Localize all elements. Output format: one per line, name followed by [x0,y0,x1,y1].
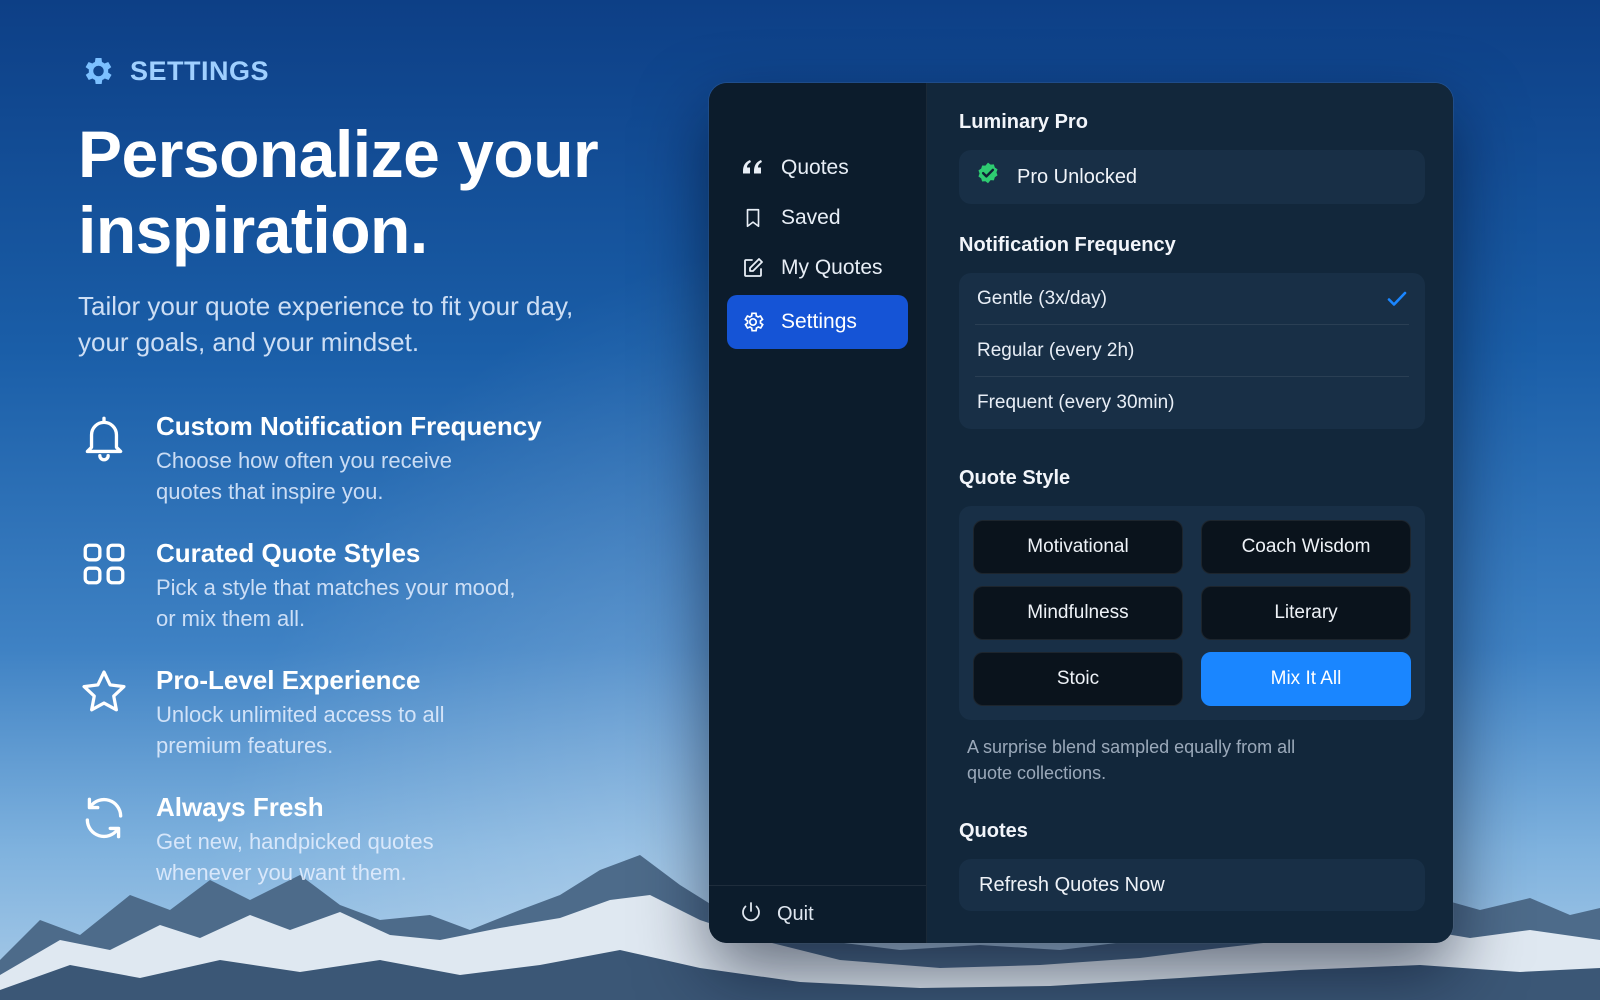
style-motivational-button[interactable]: Motivational [973,520,1183,574]
bookmark-icon [741,206,765,230]
frequency-options: Gentle (3x/day) Regular (every 2h) Frequ… [959,273,1425,429]
refresh-quotes-button[interactable]: Refresh Quotes Now [959,859,1425,911]
feature-item: Always Fresh Get new, handpicked quotes … [78,791,678,888]
sidebar-item-label: My Quotes [781,256,883,279]
gear-icon [741,310,765,334]
quotes-section: Quotes Refresh Quotes Now [959,820,1425,911]
frequency-section-title: Notification Frequency [959,234,1176,256]
pro-status-row: Pro Unlocked [959,150,1425,204]
feature-list: Custom Notification Frequency Choose how… [78,410,678,888]
frequency-option-label: Gentle (3x/day) [977,287,1107,309]
headline-line-1: Personalize your [78,117,599,191]
frequency-option-label: Regular (every 2h) [977,339,1135,361]
style-literary-button[interactable]: Literary [1201,586,1411,640]
frequency-option-frequent[interactable]: Frequent (every 30min) [975,377,1409,429]
pro-section-title: Luminary Pro [959,111,1088,133]
headline-line-2: inspiration. [78,193,428,267]
sidebar: Quotes Saved My Quotes Settings Quit [709,83,927,943]
eyebrow: SETTINGS [78,52,678,90]
checkmark-icon [1387,291,1407,306]
feature-title: Always Fresh [156,792,324,822]
sidebar-item-label: Saved [781,206,841,229]
settings-content: Luminary Pro Pro Unlocked Notification F… [927,83,1453,943]
feature-title: Pro-Level Experience [156,665,421,695]
style-stoic-button[interactable]: Stoic [973,652,1183,706]
verified-badge-icon [975,161,1001,193]
quote-style-section-title: Quote Style [959,467,1071,489]
sidebar-item-saved[interactable]: Saved [727,193,908,243]
quote-style-grid: Motivational Coach Wisdom Mindfulness Li… [959,506,1425,720]
power-icon [739,900,763,930]
star-icon [78,664,130,716]
sidebar-item-label: Quotes [781,156,849,179]
edit-icon [741,256,765,280]
style-mindfulness-button[interactable]: Mindfulness [973,586,1183,640]
feature-title: Curated Quote Styles [156,538,421,568]
style-mix-it-all-button[interactable]: Mix It All [1201,652,1411,706]
quote-style-description: A surprise blend sampled equally from al… [967,737,1296,783]
feature-item: Custom Notification Frequency Choose how… [78,410,678,507]
frequency-option-label: Frequent (every 30min) [977,392,1175,413]
quotes-section-title: Quotes [959,820,1028,842]
frequency-option-gentle[interactable]: Gentle (3x/day) [975,273,1409,325]
feature-desc: Pick a style that matches your mood, or … [156,575,516,631]
quote-icon [741,156,765,180]
sidebar-item-settings[interactable]: Settings [727,295,908,349]
promo-panel: SETTINGS Personalize your inspiration. T… [78,52,678,918]
quit-button[interactable]: Quit [709,885,926,943]
refresh-icon [78,791,130,843]
feature-desc: Choose how often you receive quotes that… [156,448,452,504]
bell-icon [78,410,130,462]
feature-item: Curated Quote Styles Pick a style that m… [78,537,678,634]
quit-label: Quit [777,903,814,925]
headline: Personalize your inspiration. [78,116,678,268]
frequency-option-regular[interactable]: Regular (every 2h) [975,325,1409,377]
grid-icon [78,537,130,589]
feature-desc: Get new, handpicked quotes whenever you … [156,829,434,885]
style-coach-wisdom-button[interactable]: Coach Wisdom [1201,520,1411,574]
eyebrow-label: SETTINGS [130,55,270,86]
gear-icon [78,52,116,90]
sidebar-item-my-quotes[interactable]: My Quotes [727,243,908,293]
subhead: Tailor your quote experience to fit your… [78,291,574,357]
sidebar-item-label: Settings [781,310,857,333]
feature-item: Pro-Level Experience Unlock unlimited ac… [78,664,678,761]
pro-status-label: Pro Unlocked [1017,165,1138,188]
feature-title: Custom Notification Frequency [156,411,542,441]
sidebar-item-quotes[interactable]: Quotes [727,143,908,193]
settings-window: Quotes Saved My Quotes Settings Quit Lum… [709,83,1453,943]
feature-desc: Unlock unlimited access to all premium f… [156,702,445,758]
